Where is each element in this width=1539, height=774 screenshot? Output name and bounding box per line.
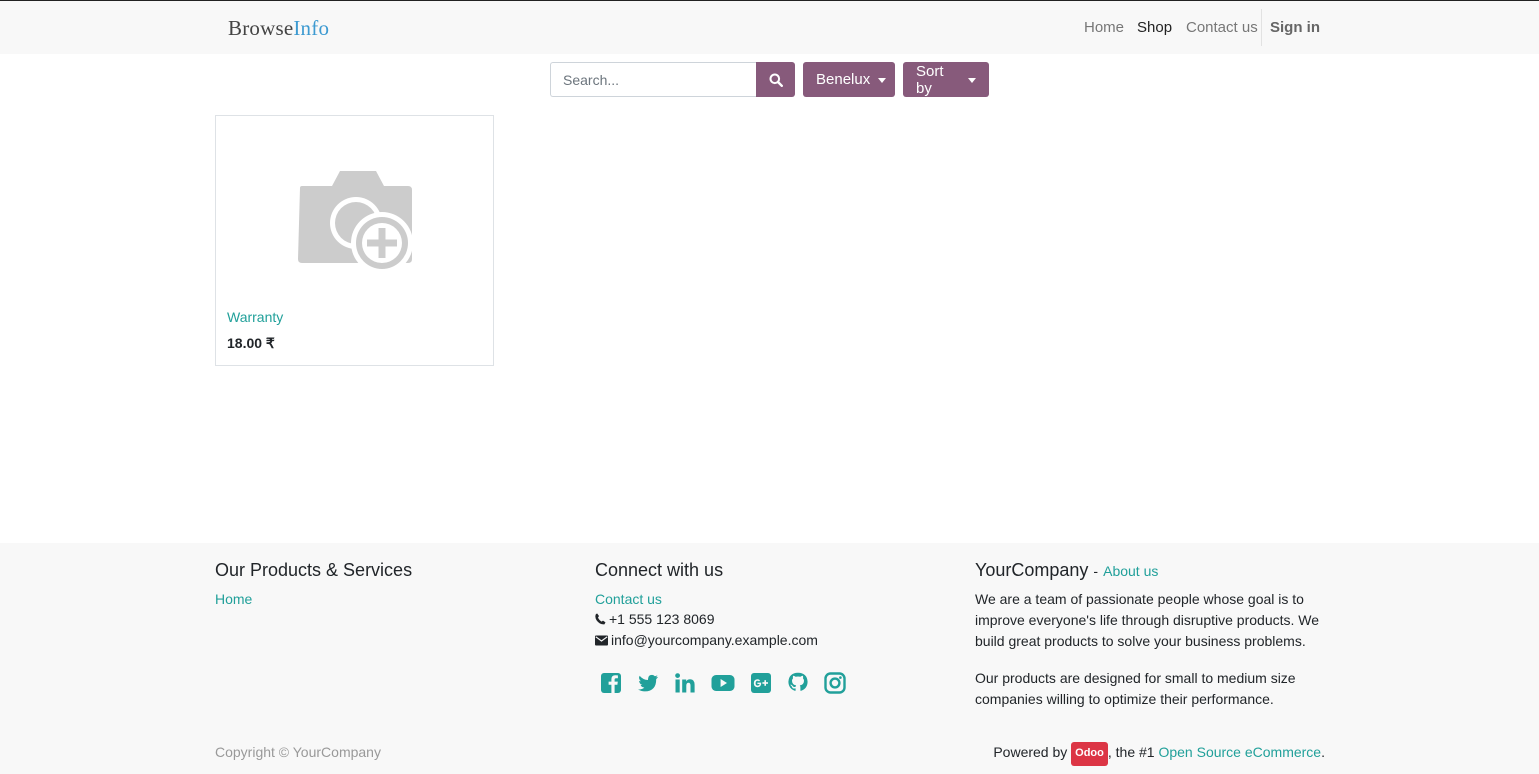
footer-heading-products: Our Products & Services [215, 560, 413, 580]
search-button[interactable] [756, 62, 795, 97]
search-input[interactable] [550, 62, 757, 97]
powered-by-prefix: Powered by [993, 744, 1068, 760]
description-line: Our products are designed for small to m… [975, 670, 1296, 686]
email-address: info@yourcompany.example.com [611, 632, 818, 648]
sort-by-label: Sort by [916, 62, 944, 97]
company-description-1: We are a team of passionate people whose… [975, 589, 1319, 652]
powered-by: Powered by Odoo, the #1 Open Source eCom… [993, 742, 1325, 766]
nav-contact-us[interactable]: Contact us [1186, 19, 1258, 36]
product-price: 18.00 ₹ [227, 335, 275, 351]
google-plus-icon[interactable] [749, 671, 773, 695]
nav-shop[interactable]: Shop [1137, 19, 1172, 36]
footer-heading-company: YourCompany - About us [975, 560, 1158, 581]
open-source-ecommerce-link[interactable]: Open Source eCommerce [1158, 744, 1321, 760]
footer-phone: +1 555 123 8069 [595, 609, 715, 630]
github-icon[interactable] [786, 671, 810, 695]
footer-link-home[interactable]: Home [215, 591, 252, 607]
instagram-icon[interactable] [823, 671, 847, 695]
search-icon [769, 73, 783, 87]
pricelist-label: Benelux [816, 71, 871, 88]
navbar: BrowseInfo Home Shop Contact us Sign in [0, 1, 1539, 54]
powered-by-middle: , the #1 [1107, 744, 1155, 760]
heading-separator: - [1093, 563, 1099, 579]
caret-down-icon [878, 78, 887, 83]
product-name[interactable]: Warranty [227, 309, 283, 325]
phone-icon [595, 613, 606, 625]
odoo-badge[interactable]: Odoo [1071, 742, 1108, 766]
logo-text-info: Info [293, 16, 330, 40]
phone-number: +1 555 123 8069 [609, 611, 715, 627]
linkedin-icon[interactable] [673, 671, 697, 695]
footer-link-contact[interactable]: Contact us [595, 591, 662, 607]
company-description-2: Our products are designed for small to m… [975, 668, 1296, 710]
envelope-icon [595, 635, 608, 646]
powered-by-suffix: . [1321, 744, 1325, 760]
youtube-icon[interactable] [711, 671, 735, 695]
nav-divider [1261, 9, 1262, 46]
sort-by-dropdown[interactable]: Sort by [903, 62, 989, 97]
description-line: build great products to solve your busin… [975, 633, 1306, 649]
pricelist-dropdown[interactable]: Benelux [803, 62, 895, 97]
footer: Our Products & Services Home Connect wit… [0, 543, 1539, 774]
company-name: YourCompany [975, 560, 1089, 580]
twitter-icon[interactable] [636, 671, 660, 695]
logo-text-browse: Browse [228, 16, 294, 40]
footer-email: info@yourcompany.example.com [595, 630, 818, 651]
nav-home[interactable]: Home [1084, 19, 1124, 36]
copyright: Copyright © YourCompany [215, 744, 381, 760]
product-card[interactable]: Warranty 18.00 ₹ [215, 115, 494, 366]
about-us-link[interactable]: About us [1103, 563, 1158, 579]
facebook-icon[interactable] [599, 671, 623, 695]
logo[interactable]: BrowseInfo [228, 16, 329, 41]
description-line: improve everyone's life through disrupti… [975, 612, 1320, 628]
nav-sign-in[interactable]: Sign in [1270, 19, 1320, 36]
camera-plus-placeholder-icon[interactable] [294, 171, 418, 279]
footer-heading-connect: Connect with us [595, 560, 724, 580]
description-line: We are a team of passionate people whose… [975, 591, 1304, 607]
caret-down-icon [968, 78, 976, 83]
description-line: companies willing to optimize their perf… [975, 691, 1274, 707]
